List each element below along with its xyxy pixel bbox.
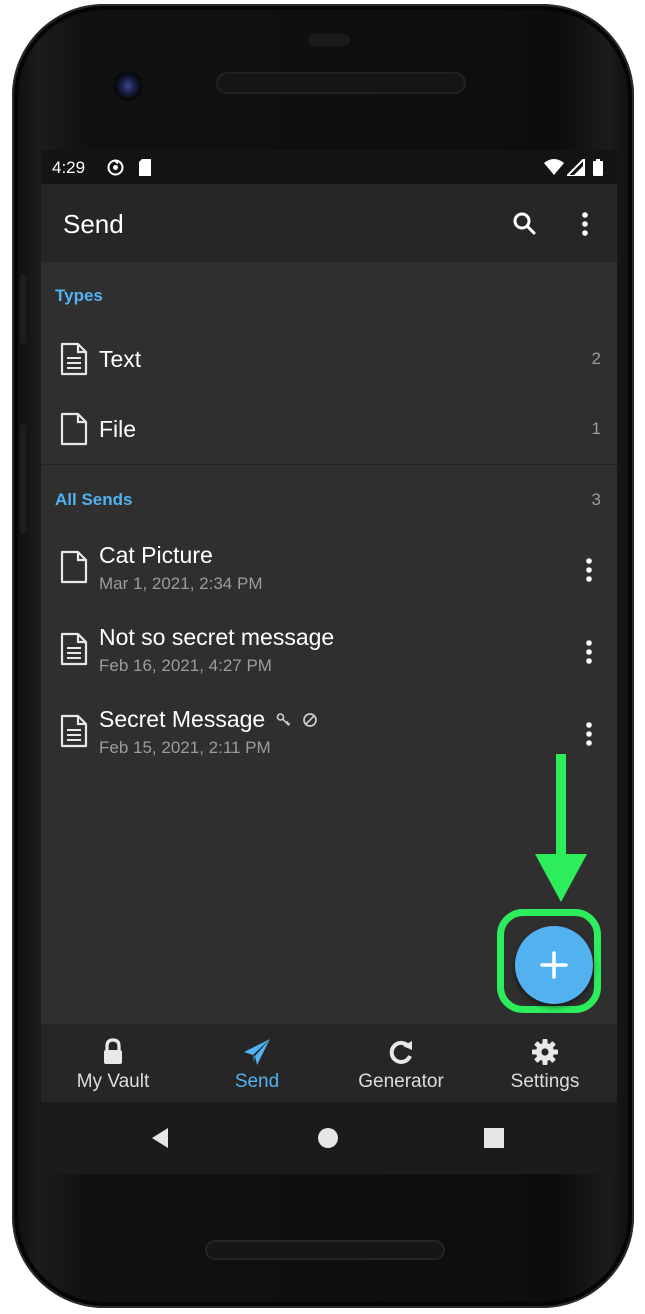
send-options-button[interactable] — [575, 552, 603, 588]
text-document-icon — [59, 714, 89, 753]
more-vert-icon — [586, 722, 592, 746]
nav-label-settings: Settings — [510, 1071, 580, 1092]
more-vert-icon — [582, 212, 588, 236]
bottom-nav: My Vault Send Generator Settings — [41, 1024, 617, 1102]
all-sends-header: All Sends 3 — [41, 478, 617, 518]
battery-icon — [593, 159, 603, 181]
nav-label-send: Send — [234, 1071, 280, 1092]
file-icon — [59, 412, 89, 451]
annotation-arrow — [535, 754, 587, 902]
front-camera — [113, 71, 143, 101]
home-icon — [318, 1128, 338, 1148]
more-vert-icon — [586, 640, 592, 664]
more-options-button[interactable] — [567, 206, 603, 242]
nav-label-generator: Generator — [358, 1071, 444, 1092]
all-sends-label: All Sends — [55, 490, 133, 509]
nav-label-my-vault: My Vault — [76, 1071, 150, 1092]
send-item-not-so-secret[interactable]: Not so secret message Feb 16, 2021, 4:27… — [41, 614, 617, 696]
search-icon — [513, 212, 536, 235]
type-count-file: 1 — [591, 419, 601, 438]
volume-button — [20, 274, 26, 344]
send-options-button[interactable] — [575, 634, 603, 670]
sync-icon — [107, 159, 124, 181]
paper-plane-icon — [244, 1039, 270, 1065]
sensor-slot — [308, 34, 350, 46]
text-document-icon — [59, 342, 89, 381]
plus-icon — [540, 951, 568, 979]
bottom-speaker — [205, 1240, 445, 1260]
lock-icon — [104, 1038, 122, 1064]
disabled-icon — [302, 707, 318, 734]
search-button[interactable] — [507, 206, 543, 242]
sd-card-icon — [138, 159, 152, 181]
send-date: Mar 1, 2021, 2:34 PM — [99, 574, 263, 593]
recents-icon — [484, 1128, 504, 1148]
earpiece-speaker — [216, 72, 466, 94]
status-bar: 4:29 — [41, 150, 617, 184]
file-icon — [59, 550, 89, 589]
power-button — [20, 424, 26, 534]
types-header: Types — [41, 274, 617, 314]
type-row-text[interactable]: Text 2 — [41, 326, 617, 392]
type-label-file: File — [99, 416, 137, 442]
send-options-button[interactable] — [575, 716, 603, 752]
send-date: Feb 16, 2021, 4:27 PM — [99, 656, 272, 675]
gear-icon — [532, 1039, 558, 1065]
key-icon — [276, 707, 292, 734]
text-document-icon — [59, 632, 89, 671]
home-button[interactable] — [314, 1124, 342, 1152]
nav-send[interactable]: Send — [185, 1024, 329, 1102]
system-nav-bar — [41, 1102, 617, 1174]
type-count-text: 2 — [591, 349, 601, 368]
add-send-button[interactable] — [515, 926, 593, 1004]
recents-button[interactable] — [480, 1124, 508, 1152]
status-time: 4:29 — [52, 158, 86, 177]
phone-screen: 4:29 Send Types Text 2 File 1 All Sends … — [41, 150, 617, 1174]
section-divider — [41, 464, 617, 465]
app-bar: Send — [41, 184, 617, 262]
more-vert-icon — [586, 558, 592, 582]
nav-settings[interactable]: Settings — [473, 1024, 617, 1102]
send-title: Cat Picture — [99, 542, 213, 568]
back-icon — [152, 1128, 168, 1148]
type-row-file[interactable]: File 1 — [41, 396, 617, 462]
types-label: Types — [55, 286, 103, 305]
send-date: Feb 15, 2021, 2:11 PM — [99, 738, 271, 757]
send-title: Secret Message — [99, 706, 266, 732]
send-title: Not so secret message — [99, 624, 335, 650]
nav-my-vault[interactable]: My Vault — [41, 1024, 185, 1102]
send-title-wrap: Secret Message — [99, 706, 318, 734]
nav-generator[interactable]: Generator — [329, 1024, 473, 1102]
page-title: Send — [63, 209, 124, 239]
wifi-icon — [544, 159, 564, 181]
type-label-text: Text — [99, 346, 142, 372]
refresh-icon — [389, 1040, 412, 1064]
back-button[interactable] — [146, 1124, 174, 1152]
all-sends-count: 3 — [591, 490, 601, 509]
signal-icon — [564, 156, 585, 181]
send-item-cat-picture[interactable]: Cat Picture Mar 1, 2021, 2:34 PM — [41, 532, 617, 614]
